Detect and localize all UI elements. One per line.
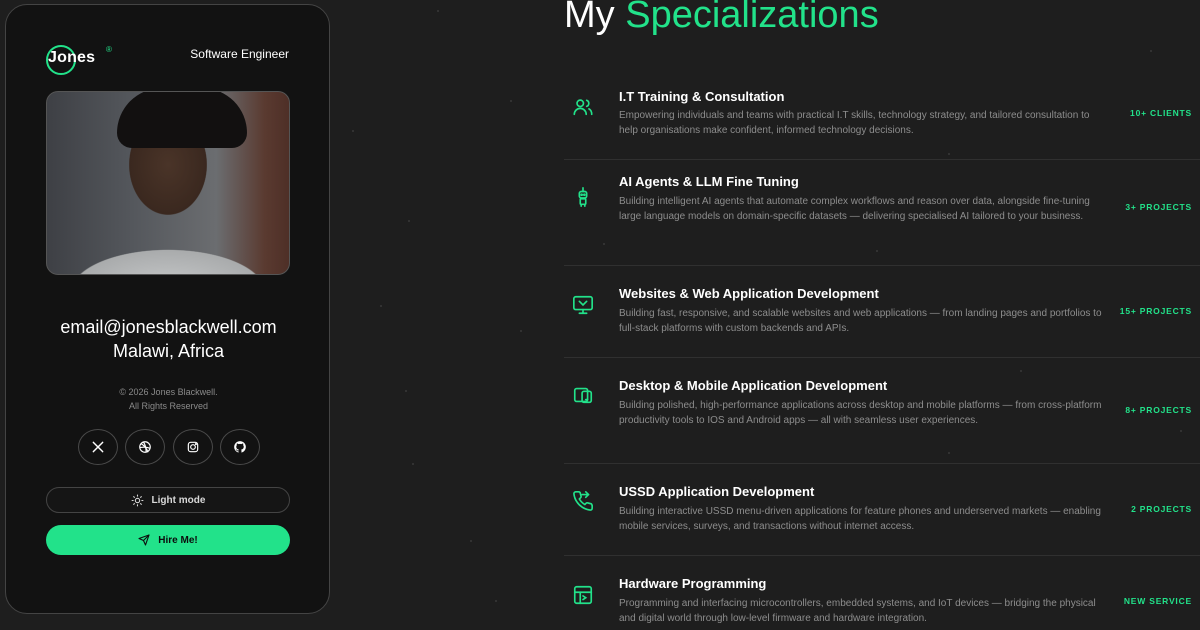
role-title: Software Engineer xyxy=(190,47,289,61)
service-title: USSD Application Development xyxy=(619,484,815,499)
light-mode-toggle[interactable]: Light mode xyxy=(46,487,290,513)
service-badge: 3+ PROJECTS xyxy=(1125,202,1192,212)
services-list: I.T Training & Consultation Empowering i… xyxy=(564,66,1200,630)
service-title: Desktop & Mobile Application Development xyxy=(619,378,888,393)
page-title: My Specializations xyxy=(564,0,879,37)
page-title-prefix: My xyxy=(564,0,615,36)
service-description: Building fast, responsive, and scalable … xyxy=(619,308,1102,334)
hire-me-button[interactable]: Hire Me! xyxy=(46,525,290,555)
service-item-ai-agents[interactable]: AI Agents & LLM Fine Tuning Building int… xyxy=(564,160,1200,266)
profile-card: Jones ® Software Engineer email@jonesbla… xyxy=(5,4,330,614)
service-item-hardware[interactable]: Hardware Programming Programming and int… xyxy=(564,556,1200,630)
light-mode-label: Light mode xyxy=(151,494,206,506)
service-title: Websites & Web Application Development xyxy=(619,286,879,301)
service-badge: NEW SERVICE xyxy=(1123,596,1192,606)
social-link-x[interactable] xyxy=(78,429,118,465)
instagram-icon xyxy=(187,441,198,453)
service-item-ussd[interactable]: USSD Application Development Building in… xyxy=(564,464,1200,556)
service-description: Empowering individuals and teams with pr… xyxy=(619,110,1090,136)
copyright-line-2: All Rights Reserved xyxy=(128,401,209,411)
service-title: AI Agents & LLM Fine Tuning xyxy=(619,174,799,189)
monitor-icon xyxy=(572,294,594,316)
x-icon xyxy=(92,441,104,453)
service-description: Building intelligent AI agents that auto… xyxy=(619,196,1090,222)
email-address[interactable]: email@jonesblackwell.com xyxy=(6,317,331,338)
service-badge: 2 PROJECTS xyxy=(1131,504,1192,514)
hire-me-label: Hire Me! xyxy=(158,534,198,546)
service-item-it-training[interactable]: I.T Training & Consultation Empowering i… xyxy=(564,66,1200,160)
copyright-line-1: © 2026 Jones Blackwell. xyxy=(119,387,218,397)
service-badge: 15+ PROJECTS xyxy=(1119,306,1192,316)
logo[interactable]: Jones ® xyxy=(46,45,116,75)
location: Malawi, Africa xyxy=(112,341,225,361)
robot-icon xyxy=(572,186,594,208)
copyright: © 2026 Jones Blackwell. All Rights Reser… xyxy=(6,385,331,413)
service-title: Hardware Programming xyxy=(619,576,767,591)
phone-icon xyxy=(572,490,594,512)
social-link-github[interactable] xyxy=(219,429,260,465)
service-item-desktop-mobile[interactable]: Desktop & Mobile Application Development… xyxy=(564,358,1200,464)
devices-icon xyxy=(572,384,594,406)
users-icon xyxy=(572,96,594,118)
service-badge: 10+ CLIENTS xyxy=(1130,108,1192,118)
github-icon xyxy=(234,441,246,453)
service-title: I.T Training & Consultation xyxy=(619,89,785,104)
service-description: Programming and interfacing microcontrol… xyxy=(619,598,1096,624)
social-link-instagram[interactable] xyxy=(172,429,213,465)
social-links xyxy=(78,429,260,465)
dribbble-icon xyxy=(139,441,152,453)
logo-registered-mark: ® xyxy=(106,45,112,54)
page-title-accent: Specializations xyxy=(625,0,879,36)
service-description: Building interactive USSD menu-driven ap… xyxy=(619,506,1101,532)
service-description: Building polished, high-performance appl… xyxy=(619,400,1102,426)
send-icon xyxy=(138,534,150,546)
profile-photo xyxy=(46,91,290,275)
circuit-icon xyxy=(572,584,594,606)
service-badge: 8+ PROJECTS xyxy=(1125,405,1192,415)
service-item-web-development[interactable]: Websites & Web Application Development B… xyxy=(564,266,1200,358)
logo-text: Jones xyxy=(48,49,96,66)
social-link-dribbble[interactable] xyxy=(125,429,166,465)
sun-icon xyxy=(131,494,144,506)
